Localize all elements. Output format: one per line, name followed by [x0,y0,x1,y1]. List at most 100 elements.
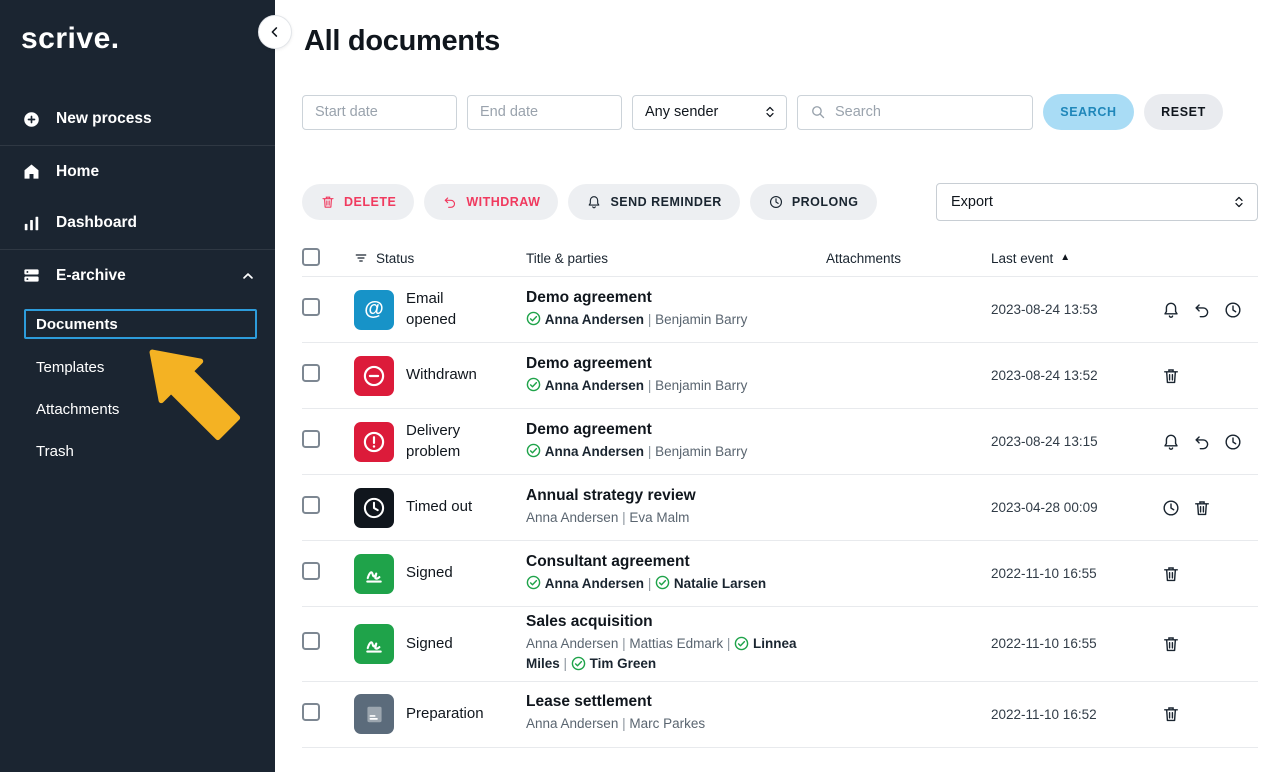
document-title[interactable]: Sales acquisition [526,613,826,631]
row-actions [1161,366,1258,386]
send-reminder-icon[interactable] [1161,300,1181,320]
search-icon [809,103,827,121]
prolong-icon[interactable] [1223,432,1243,452]
party-name: Benjamin Barry [655,378,747,393]
prolong-button[interactable]: PROLONG [750,184,877,220]
party-separator: | [648,576,652,591]
document-title[interactable]: Demo agreement [526,289,826,307]
signed-check-icon [655,575,670,590]
withdraw-icon[interactable] [1192,432,1212,452]
filter-sort-icon [354,251,368,265]
last-event-date: 2023-08-24 13:15 [991,434,1161,449]
sidebar-item-attachments[interactable]: Attachments [0,388,275,430]
sidebar-item-documents[interactable]: Documents [24,309,257,339]
sidebar-item-e-archive[interactable]: E-archive [0,249,275,301]
reset-button[interactable]: RESET [1144,94,1223,130]
row-checkbox[interactable] [302,632,320,650]
start-date-input[interactable] [302,95,457,130]
sidebar-nav: New process Home Dashboard E-archive Doc… [0,93,275,472]
table-row[interactable]: SignedSales acquisitionAnna Andersen | M… [302,607,1258,682]
party-name: Anna Andersen [545,312,644,327]
sidebar-item-label: Templates [36,359,104,376]
status-label: Email opened [406,289,496,330]
delete-icon[interactable] [1161,634,1181,654]
last-event-date: 2022-11-10 16:52 [991,707,1161,722]
table-row[interactable]: Timed outAnnual strategy reviewAnna Ande… [302,475,1258,541]
delete-icon[interactable] [1161,704,1181,724]
document-title[interactable]: Annual strategy review [526,487,826,505]
document-title[interactable]: Consultant agreement [526,553,826,571]
row-checkbox[interactable] [302,430,320,448]
sidebar-item-label: Attachments [36,401,119,418]
sidebar-item-new-process[interactable]: New process [0,93,275,145]
delete-icon[interactable] [1192,498,1212,518]
party-name: Benjamin Barry [655,444,747,459]
column-label-last-event: Last event [991,251,1053,266]
party-separator: | [622,716,626,731]
end-date-input[interactable] [467,95,622,130]
delete-icon[interactable] [1161,564,1181,584]
search-input[interactable] [835,104,1021,120]
trash-icon [320,194,336,210]
export-select[interactable]: Export [936,183,1258,221]
party-separator: | [648,444,652,459]
prolong-icon[interactable] [1223,300,1243,320]
table-row[interactable]: WithdrawnDemo agreement Anna Andersen | … [302,343,1258,409]
document-parties: Anna Andersen | Benjamin Barry [526,442,818,462]
prolong-icon[interactable] [1161,498,1181,518]
signed-check-icon [526,311,541,326]
sidebar-item-label: Dashboard [56,214,137,232]
withdraw-icon[interactable] [1192,300,1212,320]
document-title[interactable]: Lease settlement [526,693,826,711]
document-title[interactable]: Demo agreement [526,355,826,373]
send-reminder-button[interactable]: SEND REMINDER [568,184,739,220]
table-header: Status Title & parties Attachments Last … [302,240,1258,277]
delete-button[interactable]: DELETE [302,184,414,220]
last-event-date: 2022-11-10 16:55 [991,636,1161,651]
column-label-status: Status [376,251,414,266]
sidebar-item-trash[interactable]: Trash [0,430,275,472]
table-row[interactable]: @Email openedDemo agreement Anna Anderse… [302,277,1258,343]
document-parties: Anna Andersen | Marc Parkes [526,714,818,734]
sidebar-item-templates[interactable]: Templates [0,346,275,388]
clock-icon [768,194,784,210]
scrive-logo: scrive. [0,0,275,56]
select-all-checkbox[interactable] [302,248,320,266]
table-row[interactable]: PreparationLease settlementAnna Andersen… [302,682,1258,748]
send-reminder-icon[interactable] [1161,432,1181,452]
column-header-title-parties: Title & parties [526,251,826,266]
column-header-attachments: Attachments [826,251,991,266]
row-checkbox[interactable] [302,364,320,382]
document-title[interactable]: Demo agreement [526,421,826,439]
signed-check-icon [526,575,541,590]
row-actions [1161,704,1258,724]
search-field[interactable] [797,95,1033,130]
prolong-button-label: PROLONG [792,195,859,209]
sidebar-item-dashboard[interactable]: Dashboard [0,197,275,249]
party-separator: | [648,312,652,327]
row-actions [1161,498,1258,518]
sidebar-item-home[interactable]: Home [0,145,275,197]
sidebar-item-label: New process [56,110,152,128]
sidebar-item-label: Documents [36,316,118,333]
row-checkbox[interactable] [302,496,320,514]
collapse-sidebar-button[interactable] [258,15,292,49]
signed-check-icon [526,377,541,392]
party-name: Anna Andersen [545,444,644,459]
row-checkbox[interactable] [302,703,320,721]
table-row[interactable]: SignedConsultant agreement Anna Andersen… [302,541,1258,607]
delete-icon[interactable] [1161,366,1181,386]
column-header-status[interactable]: Status [354,251,526,266]
search-button[interactable]: SEARCH [1043,94,1134,130]
column-header-last-event[interactable]: Last event ▲ [991,251,1161,266]
party-separator: | [622,510,626,525]
status-icon-timed-out [354,488,394,528]
row-checkbox[interactable] [302,298,320,316]
row-checkbox[interactable] [302,562,320,580]
status-icon-withdrawn [354,356,394,396]
sender-select[interactable]: Any sender [632,95,787,130]
bar-chart-icon [22,214,41,233]
table-row[interactable]: Delivery problemDemo agreement Anna Ande… [302,409,1258,475]
withdraw-button[interactable]: WITHDRAW [424,184,558,220]
sidebar-item-label: E-archive [56,267,126,285]
